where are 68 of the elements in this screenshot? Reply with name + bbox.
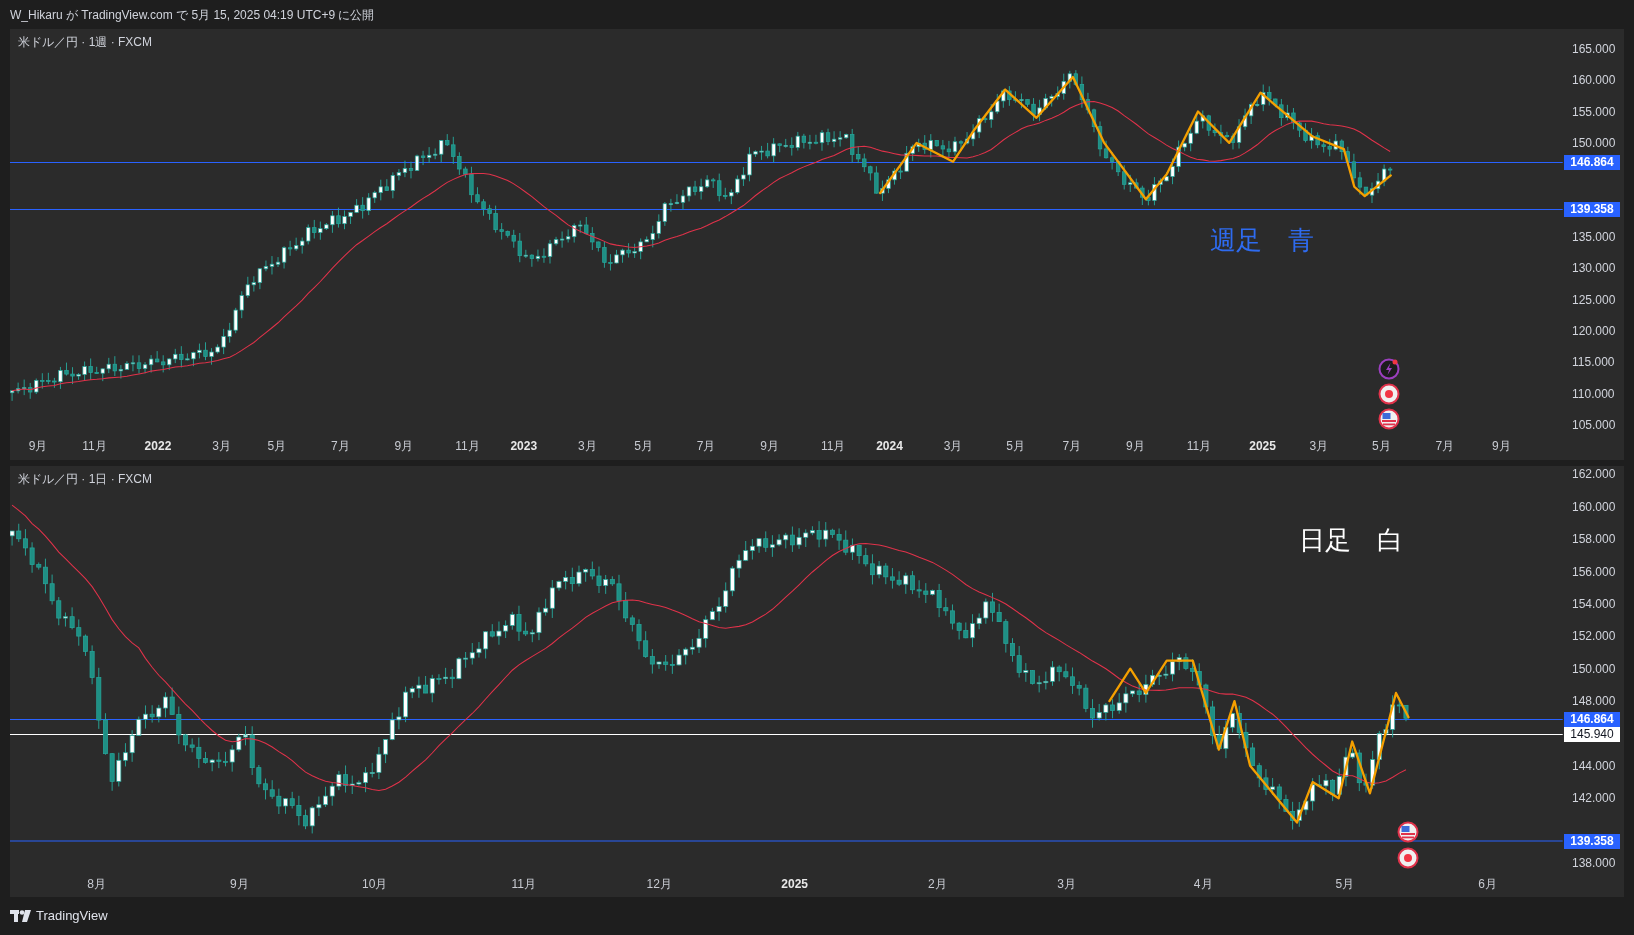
time-axis-label: 2022 bbox=[144, 438, 172, 453]
time-axis-label: 2023 bbox=[510, 438, 538, 453]
time-axis-label: 3月 bbox=[577, 438, 597, 453]
time-axis-label: 11月 bbox=[82, 438, 107, 453]
price-axis-label: 165.000 bbox=[1572, 41, 1616, 56]
brand-name: TradingView bbox=[36, 907, 108, 926]
time-axis-label: 3月 bbox=[1309, 438, 1329, 453]
time-axis-label: 2024 bbox=[876, 438, 903, 453]
price-axis-label: 115.000 bbox=[1572, 355, 1615, 370]
time-axis-label: 7月 bbox=[331, 438, 350, 453]
price-axis-label: 105.000 bbox=[1572, 418, 1616, 432]
time-axis-label: 8月 bbox=[87, 876, 106, 891]
price-axis-label: 144.000 bbox=[1572, 758, 1616, 773]
price-axis-label: 155.000 bbox=[1572, 104, 1616, 119]
price-axis-label: 154.000 bbox=[1572, 596, 1616, 611]
time-axis-label: 9月 bbox=[760, 438, 779, 453]
time-axis-label: 11月 bbox=[821, 438, 846, 453]
price-axis-label: 125.000 bbox=[1572, 292, 1616, 307]
time-axis-label: 9月 bbox=[394, 438, 414, 453]
price-tag: 139.358 bbox=[1564, 833, 1620, 849]
price-axis-label: 162.000 bbox=[1572, 467, 1616, 482]
time-axis-label: 11月 bbox=[1186, 438, 1212, 453]
time-axis-label: 12月 bbox=[646, 876, 672, 891]
symbol-title: 米ドル／円 · 1週 · FXCM bbox=[18, 34, 152, 51]
annotation-text: 週足 青 bbox=[1210, 224, 1315, 255]
symbol-title: 米ドル／円 · 1日 · FXCM bbox=[18, 471, 152, 488]
time-axis-label: 3月 bbox=[212, 438, 231, 453]
price-axis-label: 150.000 bbox=[1572, 661, 1616, 676]
time-axis-label: 11月 bbox=[455, 438, 480, 453]
time-axis-label: 3月 bbox=[943, 438, 963, 453]
price-tag: 146.864 bbox=[1564, 711, 1620, 727]
price-axis-label: 120.000 bbox=[1572, 323, 1616, 338]
price-axis-label: 138.000 bbox=[1572, 856, 1616, 870]
price-axis-label: 142.000 bbox=[1572, 791, 1616, 806]
time-axis-label: 2025 bbox=[1249, 438, 1276, 453]
price-axis-label: 156.000 bbox=[1572, 564, 1616, 579]
time-axis-label: 2月 bbox=[928, 876, 947, 891]
time-axis-label: 6月 bbox=[1478, 876, 1497, 891]
time-axis-label: 9月 bbox=[28, 438, 48, 453]
time-axis-label: 5月 bbox=[1335, 876, 1355, 891]
price-axis-label: 160.000 bbox=[1572, 499, 1616, 514]
time-axis-label: 5月 bbox=[1006, 438, 1025, 453]
time-axis-label: 7月 bbox=[1062, 438, 1082, 453]
price-axis-label: 158.000 bbox=[1572, 532, 1616, 547]
time-axis-label: 2025 bbox=[781, 876, 809, 891]
time-axis-label: 5月 bbox=[267, 438, 287, 453]
time-axis-label: 10月 bbox=[362, 876, 388, 891]
time-axis-label: 11月 bbox=[511, 876, 536, 891]
price-axis-label: 148.000 bbox=[1572, 694, 1616, 709]
price-axis-label: 160.000 bbox=[1572, 73, 1616, 88]
time-axis-label: 9月 bbox=[229, 876, 249, 891]
time-axis-label: 4月 bbox=[1193, 876, 1213, 891]
price-axis-label: 150.000 bbox=[1572, 135, 1616, 150]
price-axis-label: 130.000 bbox=[1572, 261, 1616, 276]
time-axis-label: 9月 bbox=[1126, 438, 1145, 453]
price-axis-label: 135.000 bbox=[1572, 229, 1616, 244]
annotation-text: 日足 白 bbox=[1299, 525, 1404, 555]
time-axis-label: 5月 bbox=[634, 438, 653, 453]
time-axis-label: 5月 bbox=[1372, 438, 1391, 453]
time-axis-label: 3月 bbox=[1057, 876, 1076, 891]
price-tag: 146.864 bbox=[1564, 155, 1620, 170]
price-tag: 139.358 bbox=[1564, 202, 1620, 218]
time-axis-label: 7月 bbox=[1435, 438, 1455, 453]
price-axis-label: 152.000 bbox=[1572, 629, 1616, 644]
publish-info: W_Hikaru が TradingView.com で 5月 15, 2025 04:19 UTC+9 に公開 bbox=[10, 6, 375, 24]
price-axis-label: 110.000 bbox=[1572, 386, 1615, 401]
time-axis-label: 9月 bbox=[1491, 438, 1511, 453]
time-axis-label: 7月 bbox=[696, 438, 716, 453]
